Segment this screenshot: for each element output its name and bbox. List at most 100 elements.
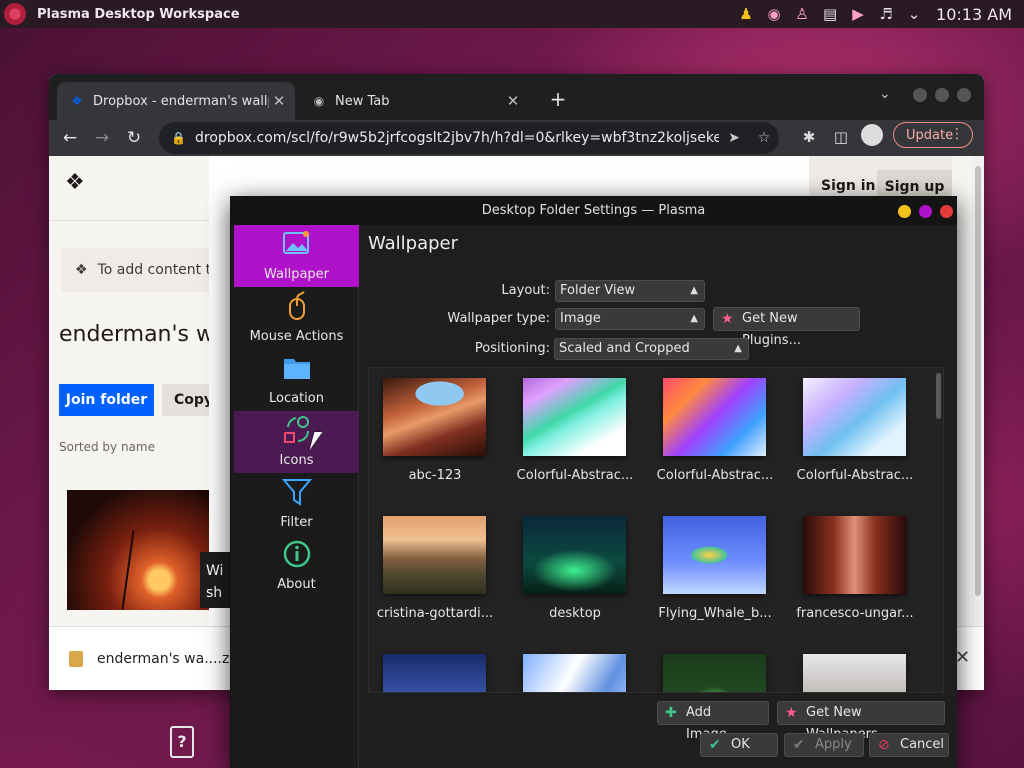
dropbox-logo-icon[interactable]: ❖ [65,170,85,195]
get-plugins-label: Get New Plugins... [742,311,801,348]
wallpaper-item[interactable] [649,644,781,692]
scrollbar-thumb[interactable] [975,166,981,596]
cancel-button[interactable]: ⊘ Cancel [869,733,949,757]
extensions-icon[interactable]: ✱ [797,128,821,150]
user-icon[interactable]: ♟ [735,3,757,25]
kebab-menu-icon[interactable]: ⋮ [950,126,964,142]
lock-icon[interactable]: 🔒 [171,131,187,145]
get-new-wallpapers-button[interactable]: ★ Get New Wallpapers... [777,701,945,742]
close-tab-icon[interactable]: ✕ [269,92,289,110]
icons-icon [284,416,309,443]
category-wallpaper[interactable]: Wallpaper [234,225,359,287]
maximize-icon[interactable] [919,205,932,218]
close-download-bar-icon[interactable]: ✕ [955,647,970,668]
wallpaper-name: cristina-gottardi... [376,606,494,621]
divider [49,220,209,221]
chevron-down-icon[interactable]: ⌄ [903,3,925,25]
url-text[interactable]: dropbox.com/scl/fo/r9w5b2jrfcogslt2jbv7h… [195,130,719,146]
category-label: About [277,577,316,592]
apply-button[interactable]: ✔ Apply [784,733,864,757]
close-tab-icon[interactable]: ✕ [503,92,523,110]
scrollbar-thumb[interactable] [936,373,941,419]
wallpaper-name: desktop [549,606,601,621]
sign-in-link[interactable]: Sign in [821,178,876,194]
unknown-file-icon[interactable]: ? [170,726,194,758]
person-icon[interactable]: ♙ [791,3,813,25]
wallpaper-item[interactable] [789,644,921,692]
audio-muted-icon[interactable]: ▶ [847,3,869,25]
close-window-icon[interactable] [957,88,971,102]
wallpaper-item[interactable] [369,644,501,692]
wallpaper-item[interactable]: Flying_Whale_b... [649,506,781,638]
wallpaper-name: abc-123 [408,468,462,483]
clock[interactable]: 10:13 AM [936,5,1012,24]
firefox-icon[interactable]: ◉ [763,3,785,25]
wallpaper-item[interactable]: desktop [509,506,641,638]
category-mouse-actions[interactable]: Mouse Actions [234,287,359,349]
ok-label: OK [731,737,750,752]
dropbox-small-icon: ❖ [75,262,88,278]
clipboard-icon[interactable]: ▤ [819,3,841,25]
desktop-folder-settings-dialog: Desktop Folder Settings — Plasma Wallpap… [230,196,957,768]
positioning-select[interactable]: Scaled and Cropped ▲ [554,338,749,360]
side-panel-icon[interactable]: ◫ [829,128,853,150]
back-icon[interactable]: ← [57,126,83,150]
update-button[interactable]: Update ⋮ [893,122,973,148]
wallpaper-thumbnail [663,516,766,594]
page-scrollbar[interactable] [972,156,984,626]
address-bar[interactable]: 🔒 dropbox.com/scl/fo/r9w5b2jrfcogslt2jbv… [159,122,779,154]
wallpaper-item[interactable]: Colorful-Abstrac... [789,368,921,500]
category-filter[interactable]: Filter [234,473,359,535]
file-thumbnail[interactable] [67,490,209,610]
maximize-icon[interactable] [935,88,949,102]
wallpaper-item[interactable]: cristina-gottardi... [369,506,501,638]
application-launcher-icon[interactable] [4,3,26,25]
cancel-icon: ⊘ [878,737,890,753]
new-tab-button[interactable]: + [545,88,571,110]
reload-icon[interactable]: ↻ [121,126,147,150]
tab-strip: ❖ Dropbox - enderman's wallpa ✕ ◉ New Ta… [49,74,984,120]
tab-dropbox[interactable]: ❖ Dropbox - enderman's wallpa ✕ [57,82,295,120]
wallpaper-thumbnail [663,378,766,456]
wallpaper-name: Flying_Whale_b... [658,606,772,621]
bookmark-star-icon[interactable]: ☆ [749,130,779,146]
join-folder-button[interactable]: Join folder [59,384,154,416]
minimize-icon[interactable] [898,205,911,218]
tab-search-icon[interactable]: ⌄ [879,86,891,102]
get-new-plugins-button[interactable]: ★ Get New Plugins... [713,307,860,348]
minimize-icon[interactable] [913,88,927,102]
download-item[interactable]: enderman's wa....zi [97,651,233,667]
wallpaper-icon [283,231,309,254]
profile-avatar[interactable] [861,124,883,146]
wallpaper-item[interactable] [509,644,641,692]
volume-icon[interactable]: ♬ [875,3,897,25]
wallpaper-item[interactable]: abc-123 [369,368,501,500]
share-icon[interactable]: ➤ [719,130,749,146]
grid-scrollbar[interactable] [934,367,944,693]
star-icon: ★ [785,705,798,721]
updown-icon: ▲ [690,313,698,324]
category-sidebar: Wallpaper Mouse Actions Location Icons F… [231,225,359,768]
tab-new-tab[interactable]: ◉ New Tab ✕ [299,82,529,120]
layout-value: Folder View [560,283,636,298]
archive-icon [69,651,83,667]
wallpaper-item[interactable]: Colorful-Abstrac... [649,368,781,500]
positioning-value: Scaled and Cropped [559,341,690,356]
add-image-button[interactable]: ✚ Add Image... [657,701,769,742]
wallpaper-type-select[interactable]: Image ▲ [555,308,705,330]
category-label: Wallpaper [263,267,330,282]
wallpaper-page: Wallpaper Layout: Folder View ▲ Wallpape… [360,225,957,768]
category-location[interactable]: Location [234,349,359,411]
notice-text: To add content t [97,262,212,278]
plus-icon: ✚ [665,705,677,721]
notice-banner: ❖ To add content t [61,248,221,292]
wallpaper-item[interactable]: Colorful-Abstrac... [509,368,641,500]
layout-select[interactable]: Folder View ▲ [555,280,705,302]
forward-icon[interactable]: → [89,126,115,150]
ok-button[interactable]: ✔ OK [700,733,778,757]
close-icon[interactable] [940,205,953,218]
category-icons[interactable]: Icons [234,411,359,473]
sort-label[interactable]: Sorted by name [59,440,155,454]
category-about[interactable]: About [234,535,359,597]
wallpaper-item[interactable]: francesco-ungar... [789,506,921,638]
